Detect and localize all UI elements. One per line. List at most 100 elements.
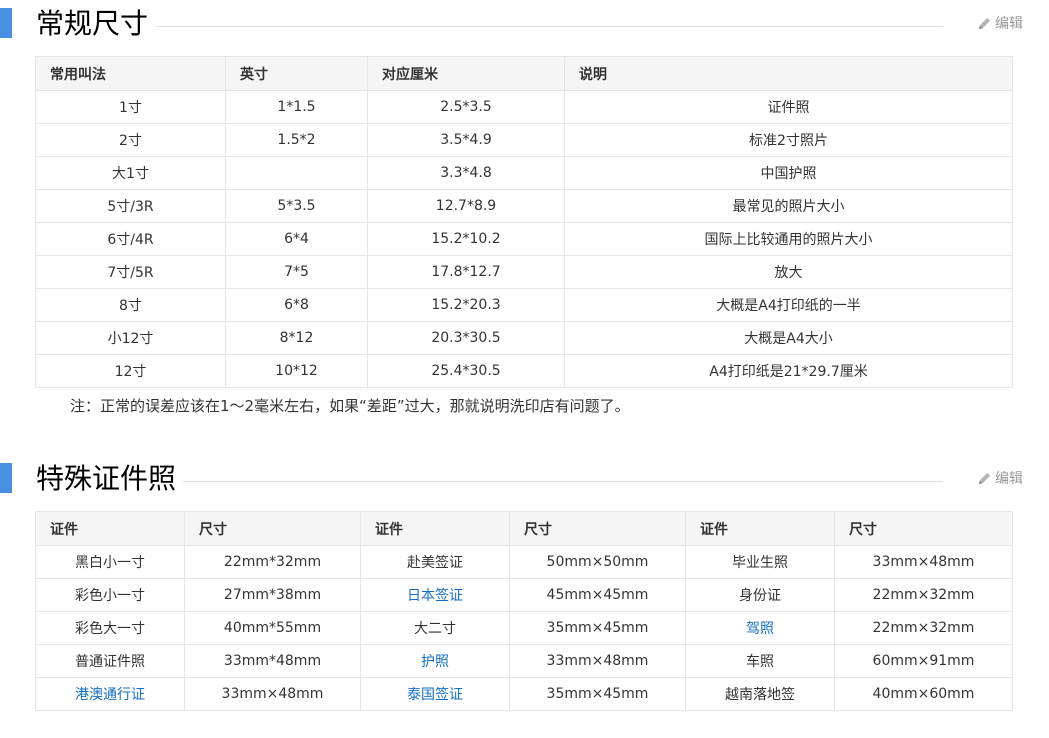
table-cell: 6寸/4R <box>35 222 226 256</box>
table-cell: 8*12 <box>225 321 368 355</box>
column-header: 尺寸 <box>509 511 686 546</box>
table-cell: 60mm×91mm <box>834 644 1013 678</box>
table-cell: 33mm×48mm <box>184 677 361 711</box>
table-cell: 放大 <box>564 255 1013 289</box>
table-row: 黑白小一寸 22mm*32mm 赴美签证 50mm×50mm 毕业生照 33mm×48mm <box>35 545 1013 579</box>
table-cell: 45mm×45mm <box>509 578 686 612</box>
table-cell: 8寸 <box>35 288 226 322</box>
table-header-row: 证件 尺寸 证件 尺寸 证件 尺寸 <box>35 511 1013 546</box>
size-note: 注：正常的误差应该在1～2毫米左右，如果“差距”过大，那就说明洗印店有问题了。 <box>70 397 630 415</box>
table-cell: 标准2寸照片 <box>564 123 1013 157</box>
edit-link[interactable]: 编辑 <box>977 14 1023 34</box>
table-cell: 赴美签证 <box>360 545 510 579</box>
table-cell: 1寸 <box>35 90 226 124</box>
table-cell: 2.5*3.5 <box>367 90 565 124</box>
regular-size-table: 常用叫法 英寸 对应厘米 说明 1寸 1*1.5 2.5*3.5 证件照 2寸 1.5*2 3.5… <box>35 56 1013 388</box>
table-header-row: 常用叫法 英寸 对应厘米 说明 <box>35 56 1013 91</box>
table-cell: 27mm*38mm <box>184 578 361 612</box>
table-row: 普通证件照 33mm*48mm 护照 33mm×48mm 车照 60mm×91mm <box>35 644 1013 678</box>
column-header: 常用叫法 <box>35 56 226 91</box>
section-divider <box>183 481 943 482</box>
table-cell-link[interactable]: 驾照 <box>685 611 835 645</box>
pencil-icon <box>978 472 991 485</box>
table-cell: 17.8*12.7 <box>367 255 565 289</box>
table-cell: 50mm×50mm <box>509 545 686 579</box>
table-cell: 22mm*32mm <box>184 545 361 579</box>
table-cell: 35mm×45mm <box>509 677 686 711</box>
table-cell: 15.2*20.3 <box>367 288 565 322</box>
table-cell: 大二寸 <box>360 611 510 645</box>
table-row: 7寸/5R 7*5 17.8*12.7 放大 <box>35 255 1013 289</box>
table-cell: 中国护照 <box>564 156 1013 190</box>
table-cell: 33mm×48mm <box>834 545 1013 579</box>
column-header: 尺寸 <box>184 511 361 546</box>
table-cell: 毕业生照 <box>685 545 835 579</box>
table-cell: 1*1.5 <box>225 90 368 124</box>
table-cell-link[interactable]: 日本签证 <box>360 578 510 612</box>
table-cell: 1.5*2 <box>225 123 368 157</box>
table-cell: 车照 <box>685 644 835 678</box>
table-cell: 12.7*8.9 <box>367 189 565 223</box>
section-header-regular-sizes: 常规尺寸 编辑 <box>0 4 1049 48</box>
table-row: 港澳通行证 33mm×48mm 泰国签证 35mm×45mm 越南落地签 40mm×60m… <box>35 677 1013 711</box>
table-cell: 3.5*4.9 <box>367 123 565 157</box>
table-cell: 最常见的照片大小 <box>564 189 1013 223</box>
column-header: 对应厘米 <box>367 56 565 91</box>
table-row: 6寸/4R 6*4 15.2*10.2 国际上比较通用的照片大小 <box>35 222 1013 256</box>
table-cell: A4打印纸是21*29.7厘米 <box>564 354 1013 388</box>
section-accent-bar <box>0 8 12 38</box>
table-cell: 35mm×45mm <box>509 611 686 645</box>
table-cell: 大1寸 <box>35 156 226 190</box>
table-cell: 黑白小一寸 <box>35 545 185 579</box>
table-cell-link[interactable]: 护照 <box>360 644 510 678</box>
table-cell <box>225 156 368 190</box>
column-header: 证件 <box>685 511 835 546</box>
table-cell: 小12寸 <box>35 321 226 355</box>
table-cell: 22mm×32mm <box>834 611 1013 645</box>
column-header: 英寸 <box>225 56 368 91</box>
table-cell: 6*4 <box>225 222 368 256</box>
table-cell: 彩色小一寸 <box>35 578 185 612</box>
table-cell: 40mm×60mm <box>834 677 1013 711</box>
edit-label: 编辑 <box>995 471 1023 487</box>
table-cell: 33mm×48mm <box>509 644 686 678</box>
table-cell: 6*8 <box>225 288 368 322</box>
table-cell: 大概是A4大小 <box>564 321 1013 355</box>
edit-label: 编辑 <box>995 16 1023 32</box>
table-cell-link[interactable]: 港澳通行证 <box>35 677 185 711</box>
table-cell: 10*12 <box>225 354 368 388</box>
table-cell: 大概是A4打印纸的一半 <box>564 288 1013 322</box>
table-row: 大1寸 3.3*4.8 中国护照 <box>35 156 1013 190</box>
table-row: 5寸/3R 5*3.5 12.7*8.9 最常见的照片大小 <box>35 189 1013 223</box>
table-row: 12寸 10*12 25.4*30.5 A4打印纸是21*29.7厘米 <box>35 354 1013 388</box>
table-cell: 20.3*30.5 <box>367 321 565 355</box>
edit-link[interactable]: 编辑 <box>977 469 1023 489</box>
table-cell: 彩色大一寸 <box>35 611 185 645</box>
section-title: 常规尺寸 <box>36 7 149 40</box>
table-row: 彩色大一寸 40mm*55mm 大二寸 35mm×45mm 驾照 22mm×32mm <box>35 611 1013 645</box>
table-cell: 普通证件照 <box>35 644 185 678</box>
table-cell: 5寸/3R <box>35 189 226 223</box>
table-cell: 15.2*10.2 <box>367 222 565 256</box>
table-cell: 3.3*4.8 <box>367 156 565 190</box>
section-divider <box>156 26 943 27</box>
column-header: 说明 <box>564 56 1013 91</box>
table-cell: 5*3.5 <box>225 189 368 223</box>
column-header: 证件 <box>360 511 510 546</box>
table-cell: 7*5 <box>225 255 368 289</box>
column-header: 尺寸 <box>834 511 1013 546</box>
table-cell: 7寸/5R <box>35 255 226 289</box>
column-header: 证件 <box>35 511 185 546</box>
table-cell-link[interactable]: 泰国签证 <box>360 677 510 711</box>
table-cell: 2寸 <box>35 123 226 157</box>
table-cell: 40mm*55mm <box>184 611 361 645</box>
table-cell: 国际上比较通用的照片大小 <box>564 222 1013 256</box>
table-row: 小12寸 8*12 20.3*30.5 大概是A4大小 <box>35 321 1013 355</box>
table-cell: 22mm×32mm <box>834 578 1013 612</box>
pencil-icon <box>978 17 991 30</box>
section-accent-bar <box>0 463 12 493</box>
table-row: 8寸 6*8 15.2*20.3 大概是A4打印纸的一半 <box>35 288 1013 322</box>
table-cell: 33mm*48mm <box>184 644 361 678</box>
table-row: 1寸 1*1.5 2.5*3.5 证件照 <box>35 90 1013 124</box>
table-cell: 25.4*30.5 <box>367 354 565 388</box>
